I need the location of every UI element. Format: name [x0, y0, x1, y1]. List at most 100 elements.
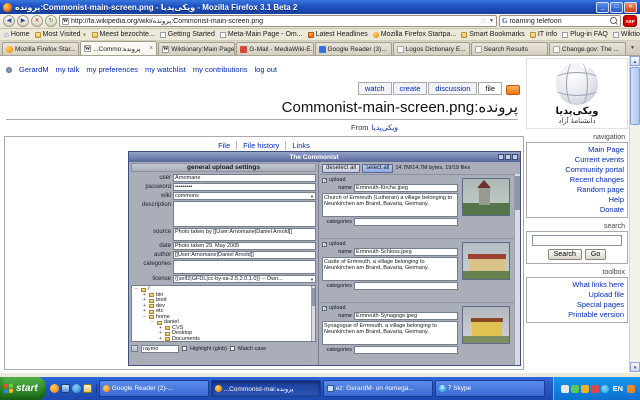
- browser-tab-logos-dictionary[interactable]: Logos Dictionary E...: [392, 42, 470, 55]
- scrollbar-thumb[interactable]: [630, 67, 640, 125]
- sidebar: ویکی‌پدیا دانشنامهٔ آزاد navigation Main…: [526, 58, 628, 323]
- back-button[interactable]: ◀: [3, 15, 15, 27]
- search-icon[interactable]: [610, 17, 618, 25]
- license-label: license: [152, 276, 171, 282]
- site-link[interactable]: ویکی‌پدیا: [372, 123, 399, 132]
- from-label: From: [351, 123, 369, 132]
- url-bar: W ☆ ▼: [59, 15, 497, 27]
- stop-button[interactable]: ✕: [31, 15, 43, 27]
- sidebar-item-community-portal[interactable]: Community portal: [530, 165, 624, 175]
- file-thumbnail-church: [462, 178, 510, 216]
- browser-tab-google-reader[interactable]: Google Reader (3)...: [314, 42, 392, 55]
- user-field: Arnomane: [173, 174, 316, 182]
- start-button[interactable]: start: [0, 377, 46, 400]
- sidebar-item-current-events[interactable]: Current events: [530, 155, 624, 165]
- commonist-maximize-button: [505, 154, 511, 160]
- log-out-link[interactable]: log out: [255, 65, 278, 74]
- match-case-checkbox: [230, 346, 235, 351]
- sidebar-item-what-links-here[interactable]: What links here: [530, 280, 624, 290]
- tray-icon[interactable]: [590, 384, 599, 393]
- scroll-up-arrow[interactable]: ▲: [630, 56, 640, 66]
- bookmark-item-meta-main-page[interactable]: Meta-Main Page - Om...: [219, 31, 303, 38]
- my-talk-link[interactable]: my talk: [56, 65, 80, 74]
- firefox-quicklaunch-icon[interactable]: [49, 384, 59, 393]
- file-thumbnail-synagogue: [462, 306, 510, 344]
- browser-tab-gmail[interactable]: G-Mail - MediaWiki-E...: [236, 42, 314, 55]
- user-page-link[interactable]: GerardM: [19, 65, 49, 74]
- filter-button: [131, 345, 138, 352]
- search-button[interactable]: Search: [547, 249, 582, 260]
- sidebar-item-printable-version[interactable]: Printable version: [530, 310, 624, 320]
- reload-button[interactable]: ↻: [45, 15, 57, 27]
- browser-quicklaunch-icon[interactable]: [71, 384, 81, 393]
- taskbar-item-irc[interactable]: ez: GerardM- on #omega...: [322, 380, 433, 397]
- tray-icon[interactable]: [570, 384, 579, 393]
- file-link[interactable]: File: [212, 141, 236, 150]
- watch-tab[interactable]: watch: [357, 82, 392, 95]
- bookmark-folder-it-info[interactable]: IT info: [529, 31, 557, 38]
- google-icon[interactable]: G: [502, 17, 507, 25]
- tray-icon[interactable]: [560, 384, 569, 393]
- mail-quicklaunch-icon[interactable]: [82, 384, 92, 393]
- bookmark-item-home[interactable]: ⌂ Home: [4, 30, 30, 38]
- my-contributions-link[interactable]: my contributions: [193, 65, 248, 74]
- sidebar-search-input[interactable]: [532, 235, 622, 246]
- sidebar-item-donate[interactable]: Donate: [530, 205, 624, 215]
- sidebar-item-help[interactable]: Help: [530, 195, 624, 205]
- minimize-button[interactable]: _: [596, 1, 609, 13]
- browser-tab-wiktionary[interactable]: W Wiktionary:Main Page...: [158, 42, 236, 55]
- language-indicator[interactable]: EN: [611, 384, 625, 393]
- url-dropdown-icon[interactable]: ▼: [489, 18, 494, 24]
- settings-header: general upload settings: [131, 163, 316, 172]
- bookmark-item-firefox-startpage[interactable]: Mozilla Firefox Startpa...: [372, 31, 456, 38]
- taskbar-item-skype[interactable]: S7 Skype: [434, 380, 545, 397]
- web-search-input[interactable]: [509, 17, 608, 25]
- url-input[interactable]: [71, 17, 478, 25]
- sidebar-item-upload-file[interactable]: Upload file: [530, 290, 624, 300]
- close-button[interactable]: ✕: [624, 1, 637, 13]
- taskbar-item-commonist-page[interactable]: پرونده:Commonist-mai...: [210, 380, 321, 397]
- bookmark-folder-meest-bezochte[interactable]: Meest bezochte...: [91, 31, 155, 38]
- browser-tab-search-results[interactable]: Search Results: [470, 42, 548, 55]
- file-image-commonist-screenshot[interactable]: The Commonist general upload settings us…: [128, 151, 521, 366]
- file-tab[interactable]: file: [478, 82, 502, 95]
- bookmark-item-plugin-faq[interactable]: Plug-in FAQ: [562, 31, 608, 38]
- browser-tab-commonist-file[interactable]: W پرونده:Commo... ×: [80, 41, 158, 55]
- discussion-tab[interactable]: discussion: [428, 82, 478, 95]
- bookmark-star-icon[interactable]: ☆: [480, 17, 487, 25]
- wikipedia-logo[interactable]: ویکی‌پدیا دانشنامهٔ آزاد: [526, 58, 628, 129]
- go-button[interactable]: Go: [584, 249, 607, 260]
- adblock-icon[interactable]: ABP: [623, 15, 637, 27]
- tray-icon[interactable]: [627, 384, 635, 393]
- sidebar-item-main-page[interactable]: Main Page: [530, 145, 624, 155]
- show-desktop-icon[interactable]: [60, 384, 70, 393]
- my-watchlist-link[interactable]: my watchlist: [145, 65, 186, 74]
- page-scrollbar[interactable]: ▲ ▼: [629, 56, 640, 372]
- tray-icon[interactable]: [580, 384, 589, 393]
- my-preferences-link[interactable]: my preferences: [86, 65, 138, 74]
- forward-button[interactable]: ▶: [17, 15, 29, 27]
- skype-tray-icon[interactable]: [600, 384, 609, 393]
- directory-tree: − / + bin + boot + dev + etc − home − daniel + C…: [131, 285, 316, 342]
- links-link[interactable]: Links: [285, 141, 316, 150]
- folder-icon: [461, 31, 468, 38]
- sidebar-item-special-pages[interactable]: Special pages: [530, 300, 624, 310]
- file-history-link[interactable]: File history: [236, 141, 286, 150]
- browser-tab-firefox-start[interactable]: Mozilla Firefox Star...: [2, 42, 80, 55]
- scroll-down-arrow[interactable]: ▼: [630, 362, 640, 372]
- sidebar-item-recent-changes[interactable]: Recent changes: [530, 175, 624, 185]
- bookmark-item-latest-headlines[interactable]: Latest Headlines: [307, 31, 368, 38]
- sidebar-item-random-page[interactable]: Random page: [530, 185, 624, 195]
- file-categories-field: [354, 346, 458, 354]
- file-name-field: Ermreuth-Kirche.jpeg: [354, 184, 458, 192]
- tab-close-icon[interactable]: ×: [149, 45, 153, 52]
- maximize-button[interactable]: □: [610, 1, 623, 13]
- list-all-tabs-button[interactable]: ▼: [627, 42, 638, 55]
- bookmark-folder-most-visited[interactable]: Most Visited ▼: [34, 31, 87, 38]
- create-tab[interactable]: create: [392, 82, 428, 95]
- browser-tab-change-gov[interactable]: Change.gov: The ...: [548, 42, 626, 55]
- taskbar-item-google-reader[interactable]: Google Reader (2)-...: [98, 380, 209, 397]
- bookmark-item-wiktionaryz[interactable]: WiktionaryZ: [612, 31, 640, 38]
- bookmark-folder-smart-bookmarks[interactable]: Smart Bookmarks: [461, 31, 525, 38]
- bookmark-item-getting-started[interactable]: Getting Started: [159, 31, 215, 38]
